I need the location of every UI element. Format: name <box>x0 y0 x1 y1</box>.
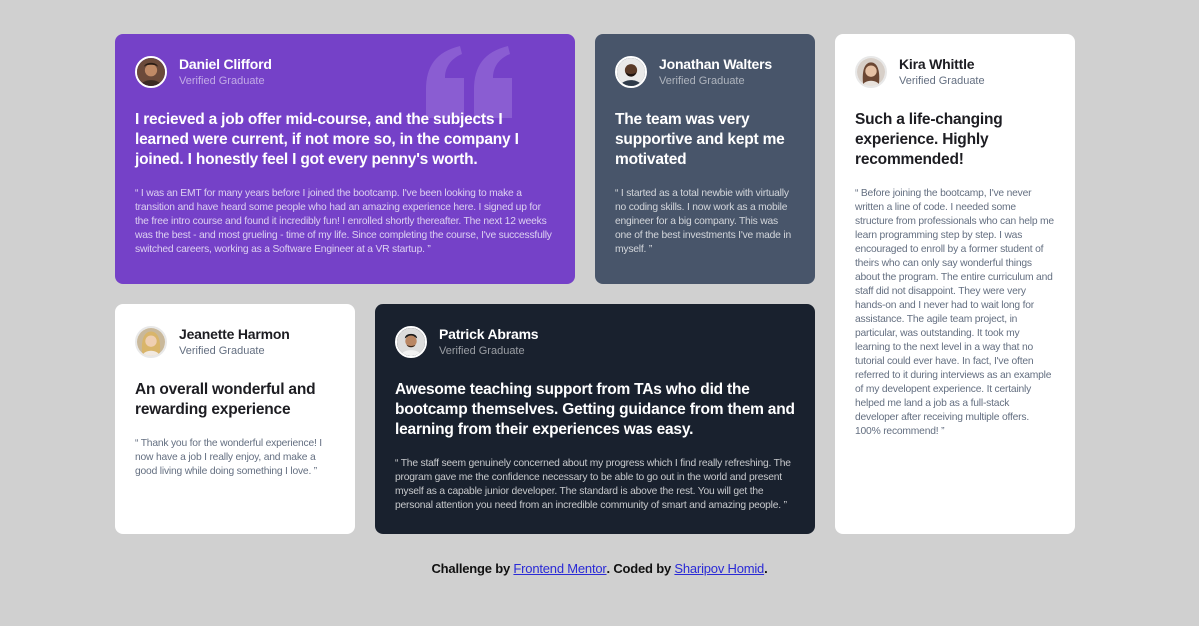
author-name: Daniel Clifford <box>179 56 272 72</box>
author-name: Kira Whittle <box>899 56 975 72</box>
card-header: Daniel Clifford Verified Graduate <box>135 54 555 90</box>
frontend-mentor-link[interactable]: Frontend Mentor <box>513 561 606 576</box>
card-header: Patrick Abrams Verified Graduate <box>395 324 795 360</box>
card-header: Jonathan Walters Verified Graduate <box>615 54 795 90</box>
testimonial-body: “ The staff seem genuinely concerned abo… <box>395 458 791 511</box>
testimonial-headline: I recieved a job offer mid-course, and t… <box>135 111 519 168</box>
testimonial-body: “ Thank you for the wonderful experience… <box>135 438 322 477</box>
testimonial-headline: An overall wonderful and rewarding exper… <box>135 381 316 418</box>
attribution-footer: Challenge by Frontend Mentor. Coded by S… <box>0 561 1199 576</box>
testimonial-card-patrick: Patrick Abrams Verified Graduate Awesome… <box>375 304 815 534</box>
card-header: Jeanette Harmon Verified Graduate <box>135 324 335 360</box>
testimonial-card-kira: Kira Whittle Verified Graduate Such a li… <box>835 34 1075 534</box>
author-role: Verified Graduate <box>439 345 525 357</box>
avatar <box>395 326 427 358</box>
author-info: Jonathan Walters Verified Graduate <box>659 56 772 88</box>
testimonial-headline: Such a life-changing experience. Highly … <box>855 111 1003 168</box>
avatar <box>855 56 887 88</box>
author-name: Patrick Abrams <box>439 326 539 342</box>
author-info: Jeanette Harmon Verified Graduate <box>179 326 290 358</box>
author-info: Patrick Abrams Verified Graduate <box>439 326 539 358</box>
attribution-middle: . Coded by <box>606 561 672 576</box>
testimonial-card-jeanette: Jeanette Harmon Verified Graduate An ove… <box>115 304 355 534</box>
attribution-prefix: Challenge by <box>431 561 510 576</box>
testimonial-body: “ I started as a total newbie with virtu… <box>615 188 791 255</box>
avatar <box>615 56 647 88</box>
testimonial-card-jonathan: Jonathan Walters Verified Graduate The t… <box>595 34 815 284</box>
author-name: Jonathan Walters <box>659 56 772 72</box>
testimonial-body: “ Before joining the bootcamp, I've neve… <box>855 188 1054 437</box>
testimonial-body: “ I was an EMT for many years before I j… <box>135 188 552 255</box>
testimonials-grid: Daniel Clifford Verified Graduate I reci… <box>115 34 1075 534</box>
author-info: Daniel Clifford Verified Graduate <box>179 56 272 88</box>
author-role: Verified Graduate <box>899 75 985 87</box>
avatar <box>135 56 167 88</box>
card-header: Kira Whittle Verified Graduate <box>855 54 1055 90</box>
testimonial-card-daniel: Daniel Clifford Verified Graduate I reci… <box>115 34 575 284</box>
author-role: Verified Graduate <box>179 345 265 357</box>
author-name: Jeanette Harmon <box>179 326 290 342</box>
testimonial-headline: The team was very supportive and kept me… <box>615 111 785 168</box>
author-role: Verified Graduate <box>179 75 265 87</box>
avatar <box>135 326 167 358</box>
testimonial-headline: Awesome teaching support from TAs who di… <box>395 381 795 438</box>
author-link[interactable]: Sharipov Homid <box>674 561 764 576</box>
attribution-suffix: . <box>764 561 768 576</box>
author-role: Verified Graduate <box>659 75 745 87</box>
author-info: Kira Whittle Verified Graduate <box>899 56 985 88</box>
